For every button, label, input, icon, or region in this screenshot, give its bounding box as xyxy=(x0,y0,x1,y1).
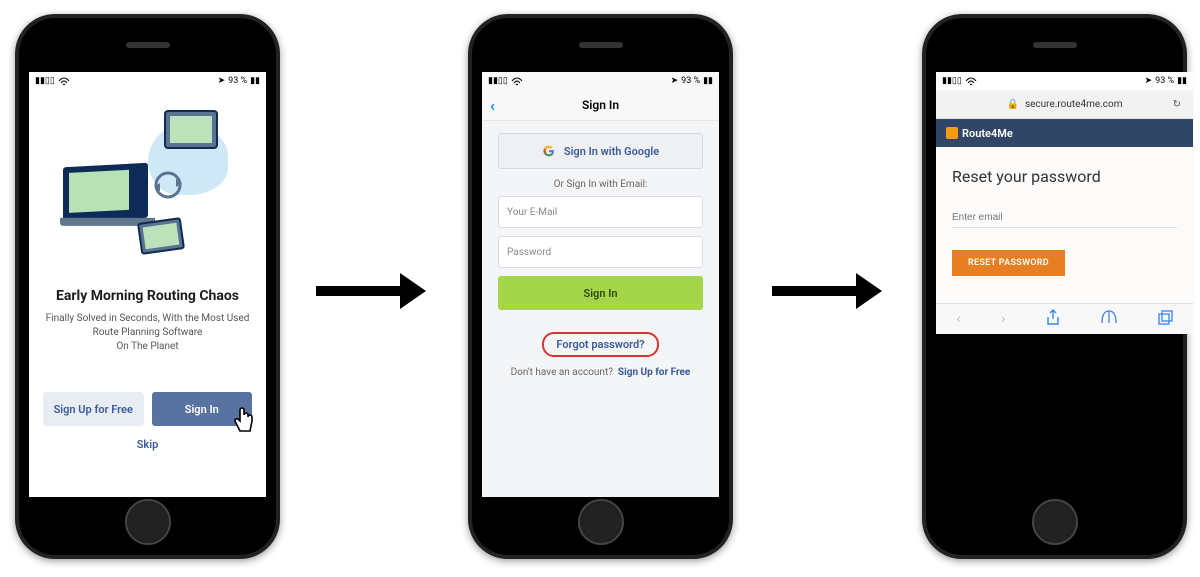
signal-icon: ▮▮▯▯ xyxy=(942,76,962,86)
hand-cursor-icon xyxy=(230,407,258,440)
reset-email-field[interactable] xyxy=(952,208,1177,228)
forgot-password-link[interactable]: Forgot password? xyxy=(542,332,658,357)
onboarding-title: Early Morning Routing Chaos xyxy=(39,288,256,304)
status-bar: ▮▮▯▯ ➤ 93 % ▮▮ xyxy=(29,72,266,90)
sync-arrows-icon xyxy=(148,165,188,205)
signup-link[interactable]: Sign Up for Free xyxy=(618,367,690,378)
speaker-slot xyxy=(579,42,623,48)
screen-3: ▮▮▯▯ ➤93 %▮▮ 🔒 secure.route4me.com ↻ Rou… xyxy=(936,72,1193,334)
phone-bezel: ▮▮▯▯ ➤ 93 % ▮▮ xyxy=(19,18,276,555)
signal-icon: ▮▮▯▯ xyxy=(488,76,508,86)
home-button[interactable] xyxy=(125,499,171,545)
flow-arrow-2 xyxy=(772,276,882,306)
speaker-slot xyxy=(126,42,170,48)
reset-password-button[interactable]: RESET PASSWORD xyxy=(952,250,1065,276)
phone-icon xyxy=(136,217,184,255)
safari-url-bar[interactable]: 🔒 secure.route4me.com ↻ xyxy=(936,90,1193,119)
route4me-logo-icon xyxy=(946,127,958,139)
location-icon: ➤ xyxy=(1145,76,1153,86)
back-chevron-icon[interactable]: ‹ xyxy=(490,96,495,115)
screen-2: ▮▮▯▯ ➤93 %▮▮ ‹ Sign In Sign In with Goog… xyxy=(482,72,719,497)
status-left: ▮▮▯▯ xyxy=(35,76,70,86)
onboarding-subtitle: Finally Solved in Seconds, With the Most… xyxy=(29,312,266,354)
brand-header: Route4Me xyxy=(936,119,1193,147)
url-text: secure.route4me.com xyxy=(1025,99,1123,110)
tablet-icon xyxy=(164,110,218,149)
screen-1: ▮▮▯▯ ➤ 93 % ▮▮ xyxy=(29,72,266,497)
safari-share-icon[interactable] xyxy=(1046,309,1060,329)
status-bar: ▮▮▯▯ ➤93 %▮▮ xyxy=(936,72,1193,90)
hero-illustration xyxy=(29,90,266,270)
wifi-icon xyxy=(58,77,70,86)
sign-in-button[interactable]: Sign In xyxy=(152,392,253,426)
location-icon: ➤ xyxy=(218,76,226,86)
sign-up-button[interactable]: Sign Up for Free xyxy=(43,392,144,426)
refresh-icon[interactable]: ↻ xyxy=(1173,99,1181,110)
phone-bezel: ▮▮▯▯ ➤93 %▮▮ ‹ Sign In Sign In with Goog… xyxy=(472,18,729,555)
password-field[interactable]: Password xyxy=(498,236,703,268)
battery-percent: 93 % xyxy=(228,76,247,86)
status-bar: ▮▮▯▯ ➤93 %▮▮ xyxy=(482,72,719,90)
location-icon: ➤ xyxy=(671,76,679,86)
home-button[interactable] xyxy=(1032,499,1078,545)
reset-title: Reset your password xyxy=(952,167,1177,186)
signin-submit-button[interactable]: Sign In xyxy=(498,276,703,310)
speaker-slot xyxy=(1033,42,1077,48)
phone-frame-1: ▮▮▯▯ ➤ 93 % ▮▮ xyxy=(15,14,280,559)
page-title: Sign In xyxy=(582,98,619,112)
phone-frame-3: ▮▮▯▯ ➤93 %▮▮ 🔒 secure.route4me.com ↻ Rou… xyxy=(922,14,1187,559)
email-field[interactable]: Your E-Mail xyxy=(498,196,703,228)
safari-back-icon[interactable]: ‹ xyxy=(956,311,960,327)
or-divider: Or Sign In with Email: xyxy=(498,179,703,190)
home-button[interactable] xyxy=(578,499,624,545)
safari-forward-icon[interactable]: › xyxy=(1001,311,1005,327)
google-signin-button[interactable]: Sign In with Google xyxy=(498,133,703,169)
phone-frame-2: ▮▮▯▯ ➤93 %▮▮ ‹ Sign In Sign In with Goog… xyxy=(468,14,733,559)
nav-header: ‹ Sign In xyxy=(482,90,719,121)
signal-icon: ▮▮▯▯ xyxy=(35,76,55,86)
safari-bookmarks-icon[interactable] xyxy=(1101,310,1117,328)
brand-name: Route4Me xyxy=(962,127,1013,140)
safari-toolbar: ‹ › xyxy=(936,303,1193,334)
battery-icon: ▮▮ xyxy=(703,76,713,86)
wifi-icon xyxy=(511,77,523,86)
safari-tabs-icon[interactable] xyxy=(1158,310,1173,329)
phone-bezel: ▮▮▯▯ ➤93 %▮▮ 🔒 secure.route4me.com ↻ Rou… xyxy=(926,18,1183,555)
wifi-icon xyxy=(965,77,977,86)
battery-icon: ▮▮ xyxy=(250,76,260,86)
signup-prompt: Don't have an account? Sign Up for Free xyxy=(498,367,703,378)
sign-in-label: Sign In xyxy=(185,403,219,416)
google-icon xyxy=(542,144,556,158)
status-right: ➤ 93 % ▮▮ xyxy=(218,76,260,86)
laptop-icon xyxy=(63,163,148,222)
lock-icon: 🔒 xyxy=(1006,99,1018,110)
battery-icon: ▮▮ xyxy=(1177,76,1187,86)
flow-arrow-1 xyxy=(316,276,426,306)
